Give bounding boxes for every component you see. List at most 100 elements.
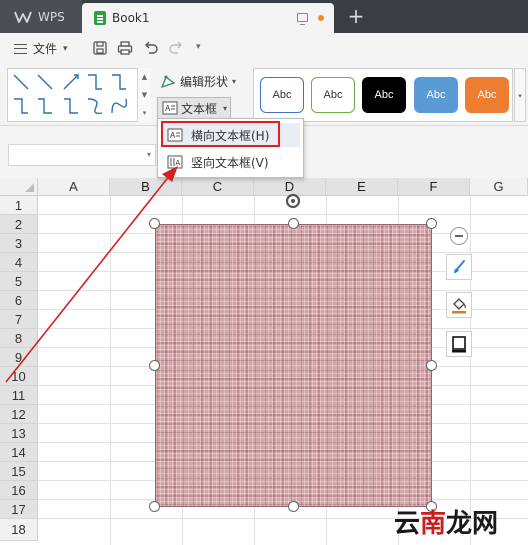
svg-text:A: A — [176, 160, 181, 167]
textbox-icon: A — [162, 101, 178, 115]
paint-bucket-icon — [452, 298, 466, 314]
site-watermark-logo: 云南龙网 — [394, 503, 524, 539]
watermark-char: 南 — [420, 509, 447, 539]
line-gallery-scrollbar[interactable]: ▲ ▼ ▾ — [137, 68, 151, 122]
brush-icon — [454, 260, 465, 273]
print-icon[interactable] — [117, 41, 133, 55]
line-shape-gallery[interactable] — [7, 68, 151, 122]
document-tab-book1[interactable]: Book1 — [82, 3, 334, 33]
grid-line — [110, 196, 111, 545]
style-gallery-expand-icon[interactable]: ▾ — [514, 68, 526, 122]
file-menu-label: 文件 — [33, 42, 58, 56]
resize-handle-bottom-left[interactable] — [149, 501, 160, 512]
line-shapes-icon — [13, 74, 128, 115]
column-header[interactable]: G — [470, 178, 528, 196]
column-header[interactable]: E — [326, 178, 398, 196]
collapse-toolbar-button[interactable] — [450, 227, 468, 245]
watermark-char: 云 — [394, 509, 421, 539]
select-all-corner[interactable] — [0, 178, 38, 196]
customize-toolbar-caret[interactable]: ▾ — [196, 42, 201, 52]
chevron-down-icon: ▾ — [232, 77, 237, 86]
row-header[interactable]: 18 — [0, 519, 38, 541]
shape-style-outline-blue[interactable]: Abc — [260, 77, 304, 113]
hamburger-icon — [14, 43, 27, 54]
selected-rectangle-shape[interactable] — [155, 224, 432, 507]
gallery-expand-icon[interactable]: ▾ — [138, 104, 151, 122]
watermark-char: 龙 — [446, 509, 473, 539]
row-header[interactable]: 6 — [0, 291, 38, 310]
vertical-textbox-icon: A — [167, 155, 183, 169]
textbox-label: 文本框 — [181, 101, 218, 116]
annotation-highlight-box — [161, 121, 280, 147]
shape-style-orange[interactable]: Abc — [465, 77, 509, 113]
spreadsheet-doc-icon — [94, 11, 106, 25]
row-header[interactable]: 5 — [0, 272, 38, 291]
watermark-char: 网 — [472, 509, 499, 539]
resize-handle-top-left[interactable] — [149, 218, 160, 229]
edit-shape-icon — [160, 75, 176, 88]
gallery-scroll-down-icon[interactable]: ▼ — [138, 86, 151, 104]
resize-handle-right[interactable] — [426, 360, 437, 371]
row-header[interactable]: 17 — [0, 500, 38, 519]
row-header[interactable]: 1 — [0, 196, 38, 215]
rotate-handle-icon[interactable] — [285, 193, 301, 209]
row-header[interactable]: 10 — [0, 367, 38, 386]
shape-style-button[interactable] — [446, 254, 472, 280]
chevron-down-icon[interactable]: ▾ — [147, 150, 151, 159]
textbox-button[interactable]: A 文本框 ▾ — [157, 97, 231, 119]
redo-icon[interactable] — [168, 41, 184, 55]
new-tab-button[interactable]: + — [344, 4, 368, 28]
undo-icon[interactable] — [143, 41, 159, 55]
edit-shape-label: 编辑形状 — [180, 75, 229, 89]
menu-item-label: 竖向文本框(V) — [191, 155, 269, 170]
quick-access-bar: 文件 ▾ ▾ — [0, 33, 528, 63]
shape-style-black[interactable]: Abc — [362, 77, 406, 113]
resize-handle-top-right[interactable] — [426, 218, 437, 229]
row-header[interactable]: 4 — [0, 253, 38, 272]
edit-shape-button[interactable]: 编辑形状 ▾ — [160, 73, 236, 90]
row-header[interactable]: 2 — [0, 215, 38, 234]
row-header[interactable]: 16 — [0, 481, 38, 500]
row-header[interactable]: 15 — [0, 462, 38, 481]
shape-fill-button[interactable] — [446, 292, 472, 318]
chevron-down-icon: ▾ — [63, 43, 68, 54]
column-header[interactable]: B — [110, 178, 182, 196]
wps-home-tab[interactable]: WPS — [0, 0, 82, 33]
row-header[interactable]: 12 — [0, 405, 38, 424]
document-tab-label: Book1 — [112, 11, 150, 25]
resize-handle-top[interactable] — [288, 218, 299, 229]
gallery-scroll-up-icon[interactable]: ▲ — [138, 68, 151, 86]
grid-line — [38, 214, 528, 215]
column-header[interactable]: F — [398, 178, 470, 196]
monitor-icon[interactable] — [297, 13, 308, 25]
name-box[interactable]: ▾ — [8, 144, 156, 166]
row-header[interactable]: 14 — [0, 443, 38, 462]
resize-handle-bottom[interactable] — [288, 501, 299, 512]
save-icon[interactable] — [92, 41, 108, 55]
chevron-down-icon: ▾ — [223, 103, 228, 113]
svg-text:A: A — [165, 104, 171, 113]
unsaved-dot-indicator — [318, 15, 324, 21]
wps-tab-label: WPS — [38, 9, 65, 24]
row-header[interactable]: 8 — [0, 329, 38, 348]
file-menu-button[interactable]: 文件 ▾ — [14, 40, 68, 57]
row-header[interactable]: 13 — [0, 424, 38, 443]
grid-line — [470, 196, 471, 545]
shape-style-outline-green[interactable]: Abc — [311, 77, 355, 113]
resize-handle-left[interactable] — [149, 360, 160, 371]
row-header[interactable]: 9 — [0, 348, 38, 367]
wps-spreadsheet-window: WPS Book1 + 文件 ▾ ▾ ▲ ▼ ▾ 编辑形状 ▾ A 文本框 ▾ … — [0, 0, 528, 545]
shape-style-gallery: Abc Abc Abc Abc Abc — [253, 68, 513, 122]
row-header[interactable]: 11 — [0, 386, 38, 405]
outline-square-icon — [452, 336, 466, 353]
column-header[interactable]: A — [38, 178, 110, 196]
title-tab-bar: WPS Book1 + — [0, 0, 528, 33]
wps-logo-icon — [14, 11, 32, 23]
drawing-tools-ribbon: ▲ ▼ ▾ 编辑形状 ▾ A 文本框 ▾ Abc Abc Abc Abc Abc… — [0, 63, 528, 126]
row-header[interactable]: 3 — [0, 234, 38, 253]
shape-style-blue[interactable]: Abc — [414, 77, 458, 113]
column-header[interactable]: C — [182, 178, 254, 196]
shape-outline-button[interactable] — [446, 331, 472, 357]
row-header[interactable]: 7 — [0, 310, 38, 329]
menu-item-vertical-textbox[interactable]: A 竖向文本框(V) — [161, 150, 300, 174]
